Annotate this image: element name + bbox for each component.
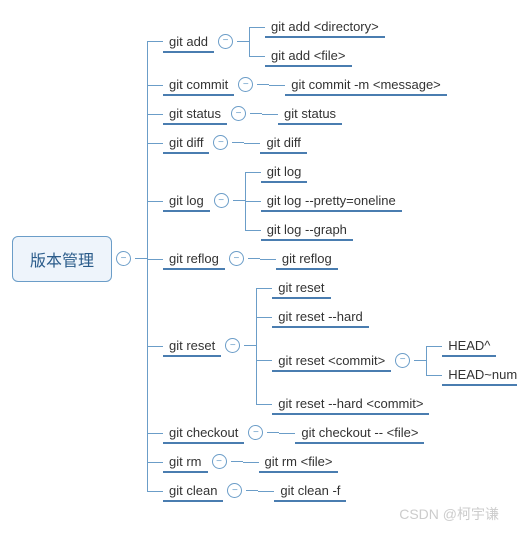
tree-node[interactable]: git reset --hard <box>272 305 369 328</box>
child-row: git reset <box>256 273 517 302</box>
connector <box>231 461 243 462</box>
tree-node[interactable]: git reset --hard <commit> <box>272 392 429 415</box>
tree-node[interactable]: git diff <box>163 131 209 154</box>
toggle-icon[interactable]: − <box>116 251 131 266</box>
child-row: git diff <box>244 128 306 157</box>
connector <box>250 113 262 114</box>
toggle-icon[interactable]: − <box>227 483 242 498</box>
tree-node[interactable]: git rm <file> <box>259 450 339 473</box>
child-row: git add <file> <box>249 41 385 70</box>
child-row: git log --pretty=oneline <box>245 186 402 215</box>
tree-node[interactable]: git commit -m <message> <box>285 73 447 96</box>
children-container: git log git log --pretty=oneline git log -… <box>245 157 402 244</box>
tree-node[interactable]: git reflog <box>276 247 338 270</box>
tree-node[interactable]: git reset <box>272 276 330 299</box>
child-row: git reflog <box>260 244 338 273</box>
tree-node[interactable]: git commit <box>163 73 234 96</box>
child-row: git reset --hard <commit> <box>256 389 517 418</box>
child-row: git log --graph <box>245 215 402 244</box>
tree-node[interactable]: git clean <box>163 479 223 502</box>
child-row: git rm <file> <box>243 447 339 476</box>
toggle-icon[interactable]: − <box>225 338 240 353</box>
connector <box>414 360 426 361</box>
tree-node[interactable]: git reset <commit> <box>272 349 391 372</box>
toggle-icon[interactable]: − <box>212 454 227 469</box>
root-label: 版本管理 <box>30 253 94 270</box>
watermark: CSDN @柯宇谦 <box>399 504 499 524</box>
tree-node[interactable]: git log <box>261 160 308 183</box>
tree-node[interactable]: git clean -f <box>274 479 346 502</box>
root-node[interactable]: 版本管理 <box>12 236 112 282</box>
children-container: git commit -m <message> <box>269 70 447 99</box>
child-row: git status <box>262 99 342 128</box>
connector <box>233 200 245 201</box>
children-container: git reset git reset --hard git reset <comm… <box>256 273 517 418</box>
child-row: git reflog−git reflog <box>147 244 517 273</box>
tree-node[interactable]: git checkout -- <file> <box>295 421 424 444</box>
child-row: git commit− git commit -m <message> <box>147 70 517 99</box>
child-row: git diff−git diff <box>147 128 517 157</box>
children-container: git add <directory> git add <file> <box>249 12 385 70</box>
connector <box>244 345 256 346</box>
children-container: git reflog <box>260 244 338 273</box>
child-row: HEAD~num <box>426 360 517 389</box>
children-container: git rm <file> <box>243 447 339 476</box>
tree-node[interactable]: git add <directory> <box>265 15 385 38</box>
tree-node[interactable]: git status <box>163 102 227 125</box>
connector <box>267 432 279 433</box>
children-container: HEAD^ HEAD~num <box>426 331 517 389</box>
tree-node[interactable]: git add <box>163 30 214 53</box>
child-row: git reset−git resetgit reset --hardgit r… <box>147 273 517 418</box>
tree-node[interactable]: git log <box>163 189 210 212</box>
child-row: git commit -m <message> <box>269 70 447 99</box>
child-row: git add− git add <directory> git add <file… <box>147 12 517 70</box>
child-row: git rm− git rm <file> <box>147 447 517 476</box>
child-row: git reset <commit>− HEAD^ HEAD~num <box>256 331 517 389</box>
tree-node[interactable]: HEAD^ <box>442 334 496 357</box>
child-row: git log <box>245 157 402 186</box>
children-container: git add−git add <directory>git add <file… <box>147 12 517 505</box>
mindmap-root: 版本管理 − git add−git add <directory>git ad… <box>12 12 505 505</box>
connector <box>237 41 249 42</box>
connector <box>232 142 244 143</box>
toggle-icon[interactable]: − <box>229 251 244 266</box>
tree-node[interactable]: HEAD~num <box>442 363 517 386</box>
tree-node[interactable]: git checkout <box>163 421 244 444</box>
child-row: git checkout− git checkout -- <file> <box>147 418 517 447</box>
children-container: git status <box>262 99 342 128</box>
tree-node[interactable]: git log --pretty=oneline <box>261 189 402 212</box>
tree-node[interactable]: git add <file> <box>265 44 351 67</box>
child-row: git add <directory> <box>249 12 385 41</box>
connector <box>257 84 269 85</box>
child-row: git status−git status <box>147 99 517 128</box>
tree-node[interactable]: git reflog <box>163 247 225 270</box>
tree-node[interactable]: git diff <box>260 131 306 154</box>
child-row: git reset --hard <box>256 302 517 331</box>
children-container: git clean -f <box>258 476 346 505</box>
toggle-icon[interactable]: − <box>238 77 253 92</box>
toggle-icon[interactable]: − <box>214 193 229 208</box>
connector <box>246 490 258 491</box>
toggle-icon[interactable]: − <box>231 106 246 121</box>
toggle-icon[interactable]: − <box>395 353 410 368</box>
child-row: git log−git loggit log --pretty=onelineg… <box>147 157 517 244</box>
children-container: git diff <box>244 128 306 157</box>
tree-node[interactable]: git status <box>278 102 342 125</box>
child-row: git clean− git clean -f <box>147 476 517 505</box>
child-row: HEAD^ <box>426 331 517 360</box>
toggle-icon[interactable]: − <box>213 135 228 150</box>
tree-node[interactable]: git log --graph <box>261 218 353 241</box>
toggle-icon[interactable]: − <box>248 425 263 440</box>
toggle-icon[interactable]: − <box>218 34 233 49</box>
children-container: git checkout -- <file> <box>279 418 424 447</box>
child-row: git clean -f <box>258 476 346 505</box>
connector <box>135 258 147 259</box>
child-row: git checkout -- <file> <box>279 418 424 447</box>
tree-node[interactable]: git rm <box>163 450 208 473</box>
tree-node[interactable]: git reset <box>163 334 221 357</box>
connector <box>248 258 260 259</box>
